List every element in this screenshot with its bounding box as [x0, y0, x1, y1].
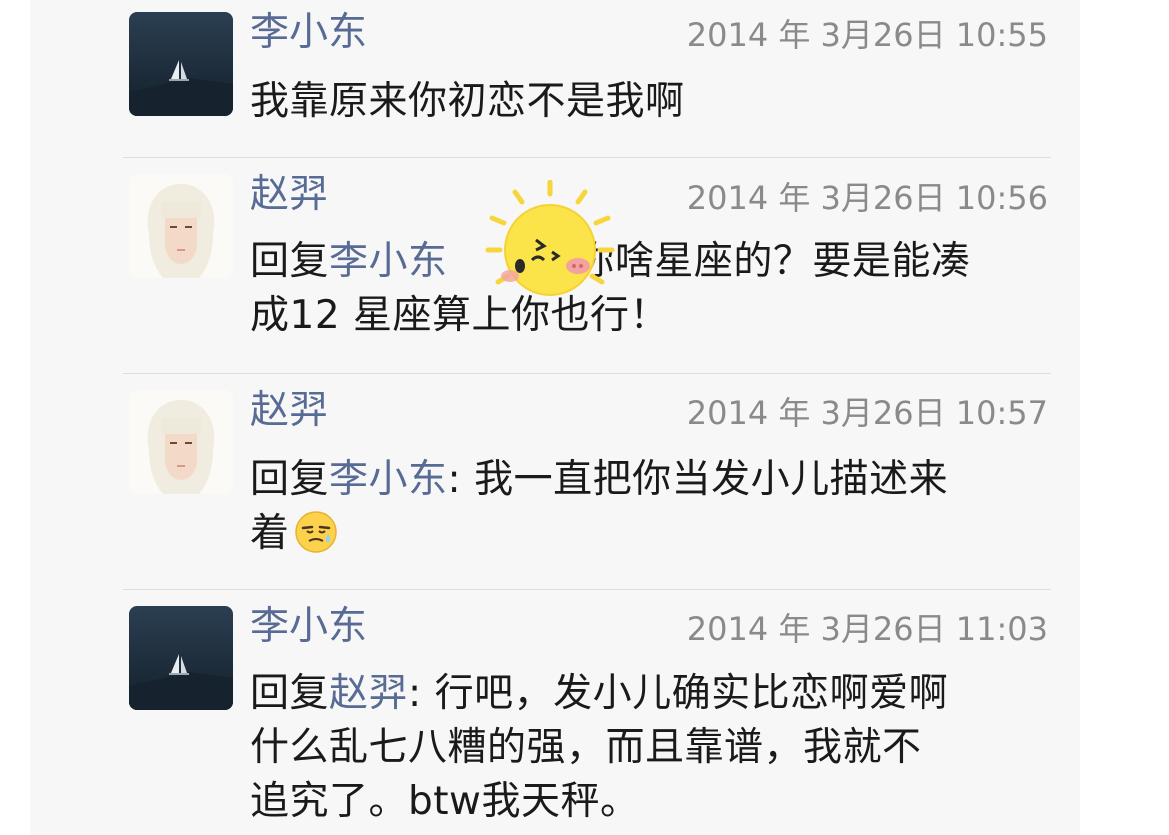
comment-text: 回复赵羿: 行吧，发小儿确实比恋啊爱啊 什么乱七八糟的强，而且靠谱，我就不 追究… — [250, 667, 1060, 829]
comment-timestamp: 2014 年 3月26日 11:03 — [686, 610, 1048, 648]
reply-prefix: 回复 — [250, 239, 330, 284]
comment-author[interactable]: 赵羿 — [250, 388, 328, 434]
reply-mention[interactable]: 赵羿 — [329, 671, 408, 716]
comment-text: 回复李小东 你啥星座的？要是能凑 成12 星座算上你也行！ — [250, 235, 1060, 343]
comment-text-line: : 我一直把你当发小儿描述来 — [447, 457, 949, 502]
white-hair-girl-avatar-icon — [129, 390, 233, 494]
avatar[interactable] — [129, 12, 233, 116]
avatar[interactable] — [129, 174, 233, 278]
sailboat-avatar-icon — [129, 12, 233, 116]
reply-prefix: 回复 — [250, 457, 330, 502]
divider — [123, 157, 1051, 158]
comment-text-line: 追究了。btw我天秤。 — [250, 779, 640, 824]
comment-timestamp: 2014 年 3月26日 10:56 — [686, 179, 1048, 217]
comment-text-line: 什么乱七八糟的强，而且靠谱，我就不 — [250, 725, 922, 770]
page: 李小东 2014 年 3月26日 10:55 我靠原来你初恋不是我啊 赵羿 20… — [0, 0, 1169, 835]
comment-timestamp: 2014 年 3月26日 10:57 — [686, 394, 1048, 432]
reply-prefix: 回复 — [250, 671, 330, 716]
sailboat-avatar-icon — [129, 606, 233, 710]
sweat-smile-emoji-icon — [294, 510, 338, 569]
comment-text-line: : 行吧，发小儿确实比恋啊爱啊 — [408, 671, 949, 716]
white-hair-girl-avatar-icon — [129, 174, 233, 278]
comment-text: 我靠原来你初恋不是我啊 — [250, 75, 1060, 129]
comment-author[interactable]: 李小东 — [250, 604, 367, 650]
avatar[interactable] — [129, 390, 233, 494]
avatar[interactable] — [129, 606, 233, 710]
comment-text: 回复李小东: 我一直把你当发小儿描述来 着 — [250, 453, 1060, 569]
comment-text-line: 着 — [250, 511, 290, 556]
comment-list: 李小东 2014 年 3月26日 10:55 我靠原来你初恋不是我啊 赵羿 20… — [30, 0, 1080, 835]
divider — [123, 373, 1051, 374]
reply-mention[interactable]: 李小东 — [329, 239, 448, 284]
comment-author[interactable]: 李小东 — [250, 10, 367, 56]
divider — [123, 589, 1051, 590]
comment-text-line: 我靠原来你初恋不是我啊 — [250, 79, 685, 124]
sun-wink-sticker-icon — [460, 179, 640, 324]
reply-mention[interactable]: 李小东 — [329, 457, 448, 502]
comment-timestamp: 2014 年 3月26日 10:55 — [686, 16, 1048, 54]
comment-author[interactable]: 赵羿 — [250, 172, 328, 218]
